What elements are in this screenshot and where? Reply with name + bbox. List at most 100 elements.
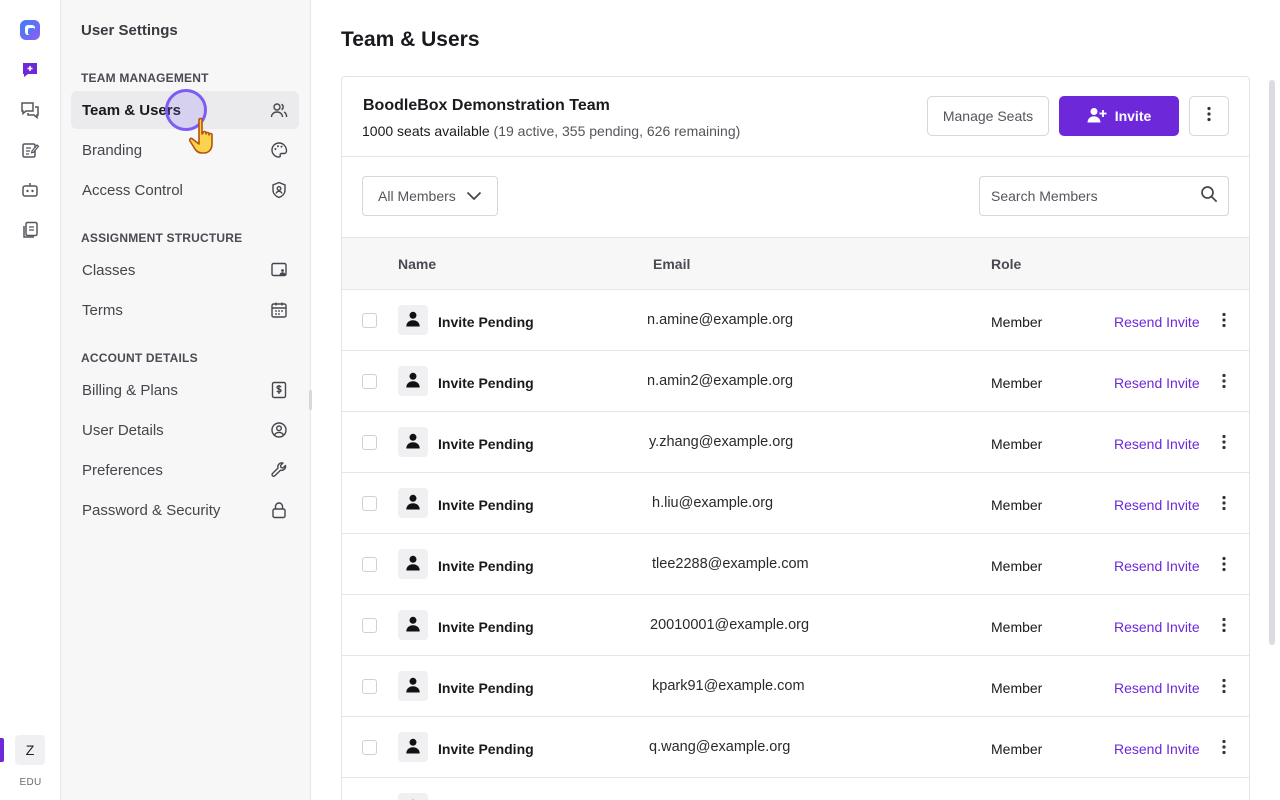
row-checkbox[interactable] [362, 557, 377, 572]
column-email[interactable]: Email [653, 256, 690, 272]
row-more-icon[interactable] [1216, 493, 1232, 513]
resend-invite-link[interactable]: Resend Invite [1114, 314, 1200, 330]
search-icon[interactable] [1200, 185, 1218, 208]
sidebar-item-billing[interactable]: Billing & Plans [71, 371, 299, 409]
seats-detail: (19 active, 355 pending, 626 remaining) [493, 123, 741, 139]
new-chat-icon[interactable] [19, 59, 41, 81]
manage-seats-button[interactable]: Manage Seats [927, 96, 1049, 136]
search-box [979, 176, 1229, 216]
sidebar-item-preferences[interactable]: Preferences [71, 451, 299, 489]
app-logo-icon[interactable] [18, 18, 42, 42]
kebab-icon [1207, 106, 1211, 127]
user-icon [406, 311, 420, 330]
resend-invite-link[interactable]: Resend Invite [1114, 375, 1200, 391]
resend-invite-link[interactable]: Resend Invite [1114, 436, 1200, 452]
team-more-button[interactable] [1189, 96, 1229, 136]
users-icon [270, 101, 288, 119]
row-checkbox[interactable] [362, 679, 377, 694]
member-filter-value: All Members [378, 188, 456, 204]
member-role: Member [991, 375, 1043, 391]
user-icon [406, 494, 420, 513]
plan-badge: EDU [19, 777, 42, 788]
wrench-icon [270, 461, 288, 479]
palette-icon [270, 141, 288, 159]
table-row: Invite Pending kpark91@example.com Member R… [342, 656, 1249, 717]
member-email: y.zhang@example.org [649, 434, 794, 450]
row-more-icon[interactable] [1216, 371, 1232, 391]
sidebar-item-access-control[interactable]: Access Control [71, 171, 299, 209]
sidebar-item-label: Password & Security [82, 501, 221, 519]
row-more-icon[interactable] [1216, 737, 1232, 757]
table-header: Name Email Role [342, 238, 1249, 290]
member-filter-dropdown[interactable]: All Members [362, 176, 498, 216]
avatar[interactable]: Z [15, 735, 45, 765]
billing-icon [270, 381, 288, 399]
resend-invite-link[interactable]: Resend Invite [1114, 680, 1200, 696]
icon-rail: Z EDU [0, 0, 61, 800]
user-plus-icon [1087, 107, 1107, 126]
member-avatar [398, 305, 428, 335]
row-checkbox[interactable] [362, 313, 377, 328]
main-content: Team & Users BoodleBox Demonstration Tea… [311, 0, 1280, 800]
invite-button[interactable]: Invite [1059, 96, 1179, 136]
chevron-down-icon [466, 188, 482, 204]
member-email: n.amin2@example.org [647, 373, 794, 389]
invite-label: Invite [1114, 108, 1152, 124]
scrollbar[interactable] [1269, 80, 1275, 645]
search-input[interactable] [991, 188, 1181, 204]
row-checkbox[interactable] [362, 435, 377, 450]
active-indicator [0, 738, 4, 762]
user-icon [406, 555, 420, 574]
row-more-icon[interactable] [1216, 432, 1232, 452]
sidebar-item-label: Access Control [82, 181, 183, 199]
hand-cursor-icon [188, 116, 222, 160]
member-role: Member [991, 741, 1043, 757]
member-email: tlee2288@example.com [652, 556, 809, 572]
member-email: h.liu@example.org [652, 495, 774, 511]
sidebar-title: User Settings [81, 22, 178, 39]
section-account-details: ACCOUNT DETAILS [81, 351, 198, 365]
sidebar-item-branding[interactable]: Branding [71, 131, 299, 169]
resend-invite-link[interactable]: Resend Invite [1114, 619, 1200, 635]
resend-invite-link[interactable]: Resend Invite [1114, 741, 1200, 757]
member-role: Member [991, 619, 1043, 635]
table-row [342, 778, 1249, 800]
sidebar-item-label: Preferences [82, 461, 163, 479]
table-row: Invite Pending 20010001@example.org Member… [342, 595, 1249, 656]
member-name: Invite Pending [438, 741, 534, 757]
sidebar-item-user-details[interactable]: User Details [71, 411, 299, 449]
notes-icon[interactable] [19, 139, 41, 161]
team-header: BoodleBox Demonstration Team 1000 seats … [342, 77, 1249, 157]
member-name: Invite Pending [438, 497, 534, 513]
avatar-letter: Z [25, 742, 35, 758]
sidebar-item-label: User Details [82, 421, 164, 439]
row-more-icon[interactable] [1216, 615, 1232, 635]
member-name: Invite Pending [438, 558, 534, 574]
column-role[interactable]: Role [991, 256, 1021, 272]
chats-icon[interactable] [19, 99, 41, 121]
section-assignment-structure: ASSIGNMENT STRUCTURE [81, 231, 243, 245]
classroom-icon [270, 261, 288, 279]
seats-available: 1000 seats available [362, 123, 490, 139]
member-name: Invite Pending [438, 314, 534, 330]
row-more-icon[interactable] [1216, 310, 1232, 330]
row-more-icon[interactable] [1216, 554, 1232, 574]
sidebar-item-classes[interactable]: Classes [71, 251, 299, 289]
shield-icon [270, 181, 288, 199]
member-name: Invite Pending [438, 680, 534, 696]
row-checkbox[interactable] [362, 740, 377, 755]
column-name[interactable]: Name [398, 256, 436, 272]
row-checkbox[interactable] [362, 374, 377, 389]
member-name: Invite Pending [438, 619, 534, 635]
row-more-icon[interactable] [1216, 676, 1232, 696]
bot-icon[interactable] [19, 179, 41, 201]
files-icon[interactable] [19, 219, 41, 241]
row-checkbox[interactable] [362, 618, 377, 633]
resend-invite-link[interactable]: Resend Invite [1114, 497, 1200, 513]
resend-invite-link[interactable]: Resend Invite [1114, 558, 1200, 574]
sidebar-item-terms[interactable]: Terms [71, 291, 299, 329]
sidebar-item-password-security[interactable]: Password & Security [71, 491, 299, 529]
row-checkbox[interactable] [362, 496, 377, 511]
sidebar-item-label: Branding [82, 141, 143, 159]
member-email: kpark91@example.com [652, 678, 805, 694]
